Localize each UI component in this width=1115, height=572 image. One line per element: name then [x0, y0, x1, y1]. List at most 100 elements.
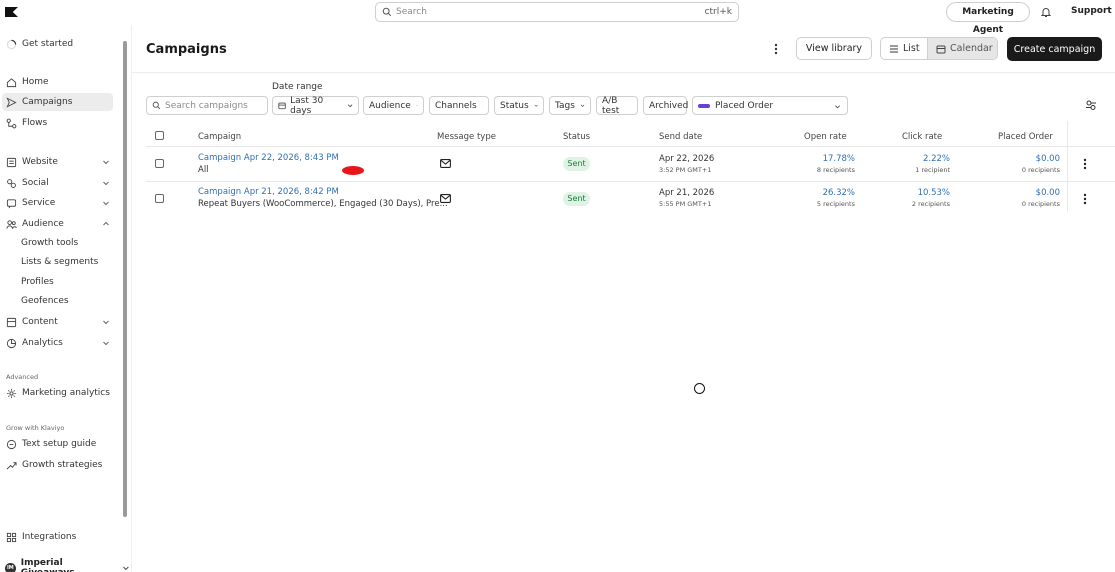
placed-order-value[interactable]: $0.00 — [1000, 154, 1060, 164]
sidebar-item-text-setup-guide[interactable]: Text setup guide — [0, 435, 118, 453]
sidebar-item-campaigns[interactable]: Campaigns — [2, 93, 113, 111]
archived-filter[interactable]: Archived — [643, 96, 688, 115]
calendar-icon — [936, 45, 946, 53]
row-divider — [146, 146, 1115, 147]
select-all-checkbox[interactable] — [155, 131, 164, 140]
campaign-name-link[interactable]: Campaign Apr 21, 2026, 8:42 PM — [198, 187, 339, 197]
chevron-down-icon — [123, 566, 129, 571]
metric-brand-icon — [698, 103, 710, 108]
view-library-button[interactable]: View library — [796, 37, 872, 60]
sidebar-sub-profiles[interactable]: Profiles — [21, 277, 54, 287]
bell-icon[interactable] — [1040, 6, 1052, 18]
placed-order-value[interactable]: $0.00 — [1000, 188, 1060, 198]
sidebar-sub-geofences[interactable]: Geofences — [21, 296, 69, 306]
sidebar-item-label: Home — [22, 77, 49, 87]
sidebar-item-label: Integrations — [22, 532, 77, 542]
sidebar-item-home[interactable]: Home — [0, 73, 118, 91]
placed-order-recipients: 0 recipients — [1021, 166, 1060, 174]
view-list-option[interactable]: List — [881, 38, 927, 59]
ab-test-filter-label: A/B test — [602, 95, 620, 116]
column-header-status[interactable]: Status — [563, 132, 590, 142]
page-title: Campaigns — [146, 42, 227, 57]
click-rate-value[interactable]: 10.53% — [890, 188, 950, 198]
view-calendar-option[interactable]: Calendar — [927, 38, 997, 59]
more-options-icon[interactable] — [773, 42, 779, 56]
row-more-options-icon[interactable] — [1082, 193, 1088, 205]
row-more-options-icon[interactable] — [1082, 158, 1088, 170]
sidebar-item-marketing-analytics[interactable]: Marketing analytics — [0, 384, 118, 402]
sidebar-sub-lists-segments[interactable]: Lists & segments — [21, 257, 98, 267]
sidebar-item-content[interactable]: Content — [0, 313, 118, 331]
sidebar-item-label: Campaigns — [22, 97, 73, 107]
sidebar-item-growth-strategies[interactable]: Growth strategies — [0, 456, 118, 474]
flows-icon — [6, 118, 17, 128]
channels-filter[interactable]: Channels — [429, 96, 489, 115]
section-label-advanced: Advanced — [6, 373, 39, 381]
date-range-label: Date range — [272, 82, 323, 92]
sidebar-item-label: Growth strategies — [22, 460, 103, 470]
global-search-input[interactable]: Search ctrl+k — [375, 2, 739, 22]
open-rate-value[interactable]: 17.78% — [795, 154, 855, 164]
content-icon — [6, 317, 17, 327]
support-link[interactable]: Support — [1071, 6, 1112, 16]
sidebar-item-label: Content — [22, 317, 58, 327]
marketing-agent-button[interactable]: Marketing Agent — [946, 2, 1030, 35]
tags-filter[interactable]: Tags — [549, 96, 591, 115]
chevron-down-icon — [103, 181, 109, 186]
open-rate-recipients: 8 recipients — [816, 166, 855, 174]
chevron-down-icon — [103, 341, 109, 346]
klaviyo-logo-icon[interactable] — [5, 7, 18, 17]
sidebar-item-flows[interactable]: Flows — [0, 114, 118, 132]
click-rate-value[interactable]: 2.22% — [890, 154, 950, 164]
status-badge: Sent — [563, 192, 590, 206]
sidebar-item-website[interactable]: Website — [0, 153, 118, 171]
row-checkbox[interactable] — [155, 159, 164, 168]
open-rate-recipients: 5 recipients — [816, 200, 855, 208]
sidebar-scrollbar[interactable] — [122, 33, 128, 517]
mouse-cursor — [694, 383, 705, 394]
open-rate-value[interactable]: 26.32% — [795, 188, 855, 198]
sidebar: Get started Home Campaigns Flows Website… — [0, 25, 130, 572]
column-header-open-rate[interactable]: Open rate — [804, 132, 847, 142]
search-icon — [382, 7, 392, 17]
placed-order-recipients: 0 recipients — [1021, 200, 1060, 208]
column-header-campaign[interactable]: Campaign — [198, 132, 241, 142]
scrollbar-thumb[interactable] — [123, 41, 127, 517]
trend-up-icon — [6, 461, 17, 469]
column-settings-icon[interactable] — [1085, 99, 1097, 111]
create-campaign-button[interactable]: Create campaign — [1007, 37, 1102, 61]
column-header-click-rate[interactable]: Click rate — [902, 132, 942, 142]
row-checkbox[interactable] — [155, 194, 164, 203]
sidebar-item-label: Website — [22, 157, 58, 167]
column-header-send-date[interactable]: Send date — [659, 132, 702, 142]
ab-test-filter[interactable]: A/B test — [596, 95, 638, 116]
sidebar-item-integrations[interactable]: Integrations — [0, 528, 118, 546]
website-icon — [6, 157, 17, 167]
people-icon — [6, 219, 17, 229]
workspace-switcher[interactable]: IM Imperial Giveaways — [5, 558, 130, 572]
sidebar-sub-growth-tools[interactable]: Growth tools — [21, 238, 78, 248]
sidebar-item-analytics[interactable]: Analytics — [0, 334, 118, 352]
status-badge: Sent — [563, 157, 590, 171]
date-range-select[interactable]: Last 30 days — [272, 96, 359, 116]
email-icon — [440, 159, 451, 168]
campaign-search-input[interactable]: Search campaigns — [146, 96, 268, 115]
sidebar-item-audience[interactable]: Audience — [0, 215, 118, 233]
workspace-avatar: IM — [5, 562, 16, 572]
calendar-icon — [278, 102, 286, 110]
sidebar-item-get-started[interactable]: Get started — [0, 35, 118, 53]
chat-bubble-icon — [6, 439, 17, 449]
metric-select[interactable]: Placed Order — [692, 96, 848, 115]
column-header-message-type[interactable]: Message type — [437, 132, 496, 142]
status-filter[interactable]: Status — [494, 96, 544, 115]
sidebar-item-service[interactable]: Service — [0, 194, 118, 212]
email-icon — [440, 194, 451, 203]
sidebar-item-social[interactable]: Social — [0, 174, 118, 192]
column-header-placed-order[interactable]: Placed Order — [998, 132, 1053, 142]
column-divider — [1067, 121, 1068, 211]
campaign-name-link[interactable]: Campaign Apr 22, 2026, 8:43 PM — [198, 153, 339, 163]
sidebar-item-label: Audience — [22, 219, 64, 229]
audience-filter[interactable]: Audience — [363, 96, 424, 115]
chevron-down-icon — [534, 104, 538, 107]
campaign-audience: Repeat Buyers (WooCommerce), Engaged (30… — [198, 199, 448, 209]
